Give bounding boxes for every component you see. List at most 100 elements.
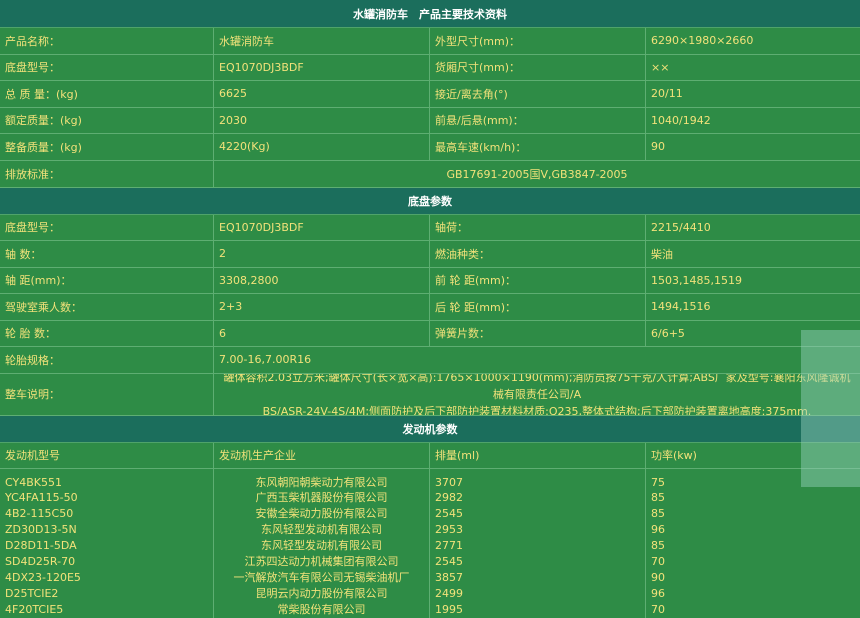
tire-label: 轮胎规格： (0, 347, 214, 373)
engine-maker: 东风轻型发动机有限公司 (261, 539, 382, 553)
chassis-value: 1503,1485,1519 (651, 273, 742, 287)
engine-power: 85 (651, 491, 665, 505)
product-label: 额定质量：(kg) (0, 107, 214, 133)
vehicle-note-line1: 罐体容积2.03立方米;罐体尺寸(长×宽×高):1765×1000×1190(m… (223, 373, 851, 401)
engine-model: 4B2-115C50 (5, 507, 74, 521)
engine-list: CY4BK551 YC4FA115-50 4B2-115C50 ZD30D13-5N D… (0, 468, 860, 618)
engine-power: 70 (651, 554, 665, 568)
emission-row: 排放标准： GB17691-2005国V,GB3847-2005 (0, 160, 860, 188)
product-label: 产品名称： (0, 28, 214, 54)
engine-maker: 常柴股份有限公司 (277, 602, 366, 616)
chassis-value: 2+3 (214, 294, 430, 320)
engine-power: 70 (651, 602, 665, 616)
spec-document: 水罐消防车 产品主要技术资料 产品名称： 水罐消防车 外型尺寸(mm)： 6290×1… (0, 0, 860, 618)
tire-value: 7.00-16,7.00R16 (219, 353, 312, 367)
engine-power: 96 (651, 586, 665, 600)
engine-displacement: 3707 (435, 475, 463, 489)
chassis-label: 后 轮 距(mm)： (430, 294, 646, 320)
engine-header-row: 发动机型号 发动机生产企业 排量(ml) 功率(kw) (0, 442, 860, 469)
engine-maker: 广西玉柴机器股份有限公司 (255, 491, 388, 505)
engine-model-column: CY4BK551 YC4FA115-50 4B2-115C50 ZD30D13-5N D… (0, 468, 214, 618)
emission-label: 排放标准： (0, 160, 214, 187)
engine-section-title: 发动机参数 (0, 415, 860, 443)
vehicle-note-line2: BS/ASR-24V-4S/4M;侧面防护及后下部防护装置材料材质:Q235,整… (262, 404, 812, 415)
chassis-value: 柴油 (651, 247, 673, 261)
chassis-label: 底盘型号： (0, 214, 214, 240)
product-label: 底盘型号： (0, 54, 214, 80)
engine-model: 4DX23-120E5 (5, 570, 81, 584)
engine-header-displacement: 排量(ml) (430, 442, 646, 468)
product-row: 底盘型号： EQ1070DJ3BDF 货厢尺寸(mm)： ×× (0, 54, 860, 81)
product-value: 4220(Kg) (214, 134, 430, 160)
engine-displacement: 2982 (435, 491, 463, 505)
chassis-label: 轴 距(mm)： (0, 267, 214, 293)
product-label: 外型尺寸(mm)： (430, 28, 646, 54)
engine-displacement: 2771 (435, 539, 463, 553)
chassis-title-text: 底盘参数 (408, 194, 452, 208)
main-title: 水罐消防车 产品主要技术资料 (0, 0, 860, 28)
product-value: ×× (651, 60, 670, 74)
engine-header-maker: 发动机生产企业 (214, 442, 430, 468)
engine-power: 90 (651, 570, 665, 584)
product-value: 2030 (214, 107, 430, 133)
engine-displacement: 2499 (435, 586, 463, 600)
product-label: 最高车速(km/h)： (430, 134, 646, 160)
vehicle-note-label: 整车说明： (0, 373, 214, 415)
chassis-label: 轮 胎 数： (0, 320, 214, 346)
engine-power: 96 (651, 523, 665, 537)
chassis-value: 3308,2800 (214, 267, 430, 293)
engine-model: YC4FA115-50 (5, 491, 78, 505)
product-label: 货厢尺寸(mm)： (430, 54, 646, 80)
product-value: 90 (651, 140, 665, 154)
chassis-row: 底盘型号： EQ1070DJ3BDF 轴荷： 2215/4410 (0, 214, 860, 241)
engine-model: CY4BK551 (5, 475, 62, 489)
engine-displacement-column: 3707 2982 2545 2953 2771 2545 3857 2499 1995 (430, 468, 646, 618)
engine-maker: 安徽全柴动力股份有限公司 (255, 507, 388, 521)
engine-model: SD4D25R-70 (5, 554, 76, 568)
product-label: 总 质 量：(kg) (0, 81, 214, 107)
engine-header-model: 发动机型号 (0, 442, 214, 468)
chassis-label: 驾驶室乘人数： (0, 294, 214, 320)
chassis-row: 驾驶室乘人数： 2+3 后 轮 距(mm)： 1494,1516 (0, 294, 860, 321)
chassis-value: 6 (214, 320, 430, 346)
chassis-table: 底盘型号： EQ1070DJ3BDF 轴荷： 2215/4410 轴 数： 2 燃油种类： 柴… (0, 214, 860, 347)
engine-title-text: 发动机参数 (402, 422, 458, 436)
product-row: 产品名称： 水罐消防车 外型尺寸(mm)： 6290×1980×2660 (0, 28, 860, 55)
engine-model: D25TCIE2 (5, 586, 59, 600)
chassis-value: 1494,1516 (651, 300, 711, 314)
chassis-value: 2215/4410 (651, 220, 711, 234)
engine-displacement: 2545 (435, 507, 463, 521)
chassis-value: EQ1070DJ3BDF (214, 214, 430, 240)
engine-maker: 东风轻型发动机有限公司 (261, 523, 382, 537)
vehicle-note-row: 整车说明： 罐体容积2.03立方米;罐体尺寸(长×宽×高):1765×1000×… (0, 373, 860, 416)
engine-power-column: 75 85 85 96 85 70 90 96 70 (646, 469, 860, 618)
product-value: EQ1070DJ3BDF (214, 54, 430, 80)
product-row: 整备质量：(kg) 4220(Kg) 最高车速(km/h)： 90 (0, 134, 860, 161)
tire-row: 轮胎规格： 7.00-16,7.00R16 (0, 347, 860, 374)
engine-displacement: 3857 (435, 570, 463, 584)
product-label: 前悬/后悬(mm)： (430, 107, 646, 133)
chassis-label: 轴 数： (0, 241, 214, 267)
product-value: 6290×1980×2660 (651, 34, 754, 48)
chassis-row: 轮 胎 数： 6 弹簧片数： 6/6+5 (0, 320, 860, 347)
product-table: 产品名称： 水罐消防车 外型尺寸(mm)： 6290×1980×2660 底盘型号： EQ… (0, 28, 860, 161)
product-label: 接近/离去角(°) (430, 81, 646, 107)
chassis-label: 弹簧片数： (430, 320, 646, 346)
engine-power: 85 (651, 539, 665, 553)
engine-model: ZD30D13-5N (5, 523, 77, 537)
floating-side-panel[interactable] (801, 330, 860, 487)
engine-power: 85 (651, 507, 665, 521)
engine-displacement: 1995 (435, 602, 463, 616)
chassis-value: 2 (214, 241, 430, 267)
engine-model: 4F20TCIE5 (5, 602, 64, 616)
engine-maker-column: 东风朝阳朝柴动力有限公司 广西玉柴机器股份有限公司 安徽全柴动力股份有限公司 东风轻型… (214, 468, 430, 618)
engine-maker: 东风朝阳朝柴动力有限公司 (255, 475, 388, 489)
chassis-section-title: 底盘参数 (0, 187, 860, 215)
chassis-row: 轴 距(mm)： 3308,2800 前 轮 距(mm)： 1503,1485,151… (0, 267, 860, 294)
engine-maker: 一汽解放汽车有限公司无锡柴油机厂 (233, 570, 410, 584)
chassis-label: 前 轮 距(mm)： (430, 267, 646, 293)
engine-displacement: 2953 (435, 523, 463, 537)
engine-model: D28D11-5DA (5, 539, 77, 553)
chassis-row: 轴 数： 2 燃油种类： 柴油 (0, 241, 860, 268)
main-title-text: 水罐消防车 产品主要技术资料 (353, 7, 507, 21)
